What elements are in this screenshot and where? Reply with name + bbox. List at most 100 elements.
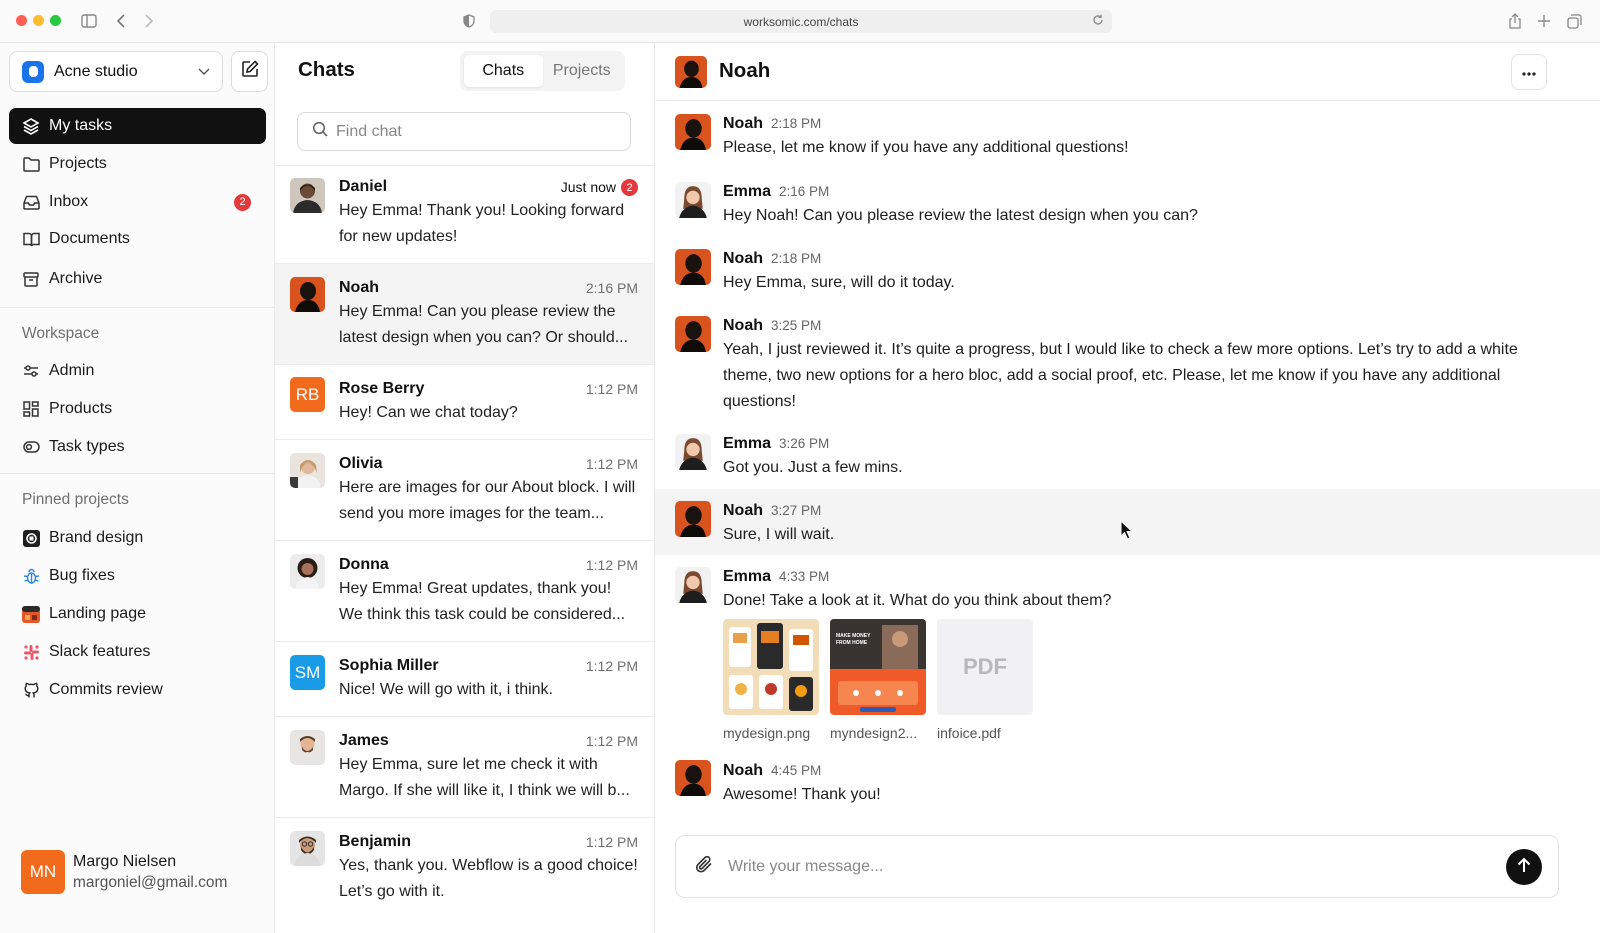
attachment-name[interactable]: mydesign.png bbox=[723, 725, 823, 741]
chat-item-rose-berry[interactable]: RB Rose Berry 1:12 PM Hey! Can we chat t… bbox=[275, 364, 654, 439]
message-time: 2:18 PM bbox=[771, 116, 822, 131]
message-time: 2:16 PM bbox=[779, 184, 830, 199]
nav-label: Brand design bbox=[49, 529, 144, 546]
nav-admin[interactable]: Admin bbox=[9, 353, 266, 389]
chat-item-olivia[interactable]: Olivia 1:12 PM Here are images for our A… bbox=[275, 439, 654, 540]
landing-page-icon bbox=[22, 605, 40, 623]
pinned-slack-features[interactable]: Slack features bbox=[9, 634, 266, 670]
chat-name: Donna bbox=[339, 556, 389, 573]
chat-preview: Hey Emma! Great updates, thank you! We t… bbox=[339, 580, 626, 623]
maximize-window-button[interactable] bbox=[50, 15, 61, 26]
attachment-thumbnail[interactable] bbox=[723, 619, 819, 715]
chat-preview: Yes, thank you. Webflow is a good choice… bbox=[339, 857, 638, 900]
attachment-thumbnail[interactable]: MAKE MONEY FROM HOME bbox=[830, 619, 926, 715]
nav-archive[interactable]: Archive bbox=[9, 261, 266, 297]
message-text: Got you. Just a few mins. bbox=[723, 459, 903, 476]
chat-preview: Hey! Can we chat today? bbox=[339, 404, 518, 421]
nav-inbox[interactable]: Inbox 2 bbox=[9, 184, 266, 220]
message-time: 3:26 PM bbox=[779, 436, 830, 451]
pinned-landing-page[interactable]: Landing page bbox=[9, 596, 266, 632]
avatar bbox=[290, 554, 325, 589]
message-author: Noah bbox=[723, 250, 763, 267]
avatar bbox=[290, 277, 325, 312]
slack-icon bbox=[22, 643, 40, 661]
workspace-selector[interactable]: Acne studio bbox=[9, 51, 223, 92]
chat-item-benjamin[interactable]: Benjamin 1:12 PM Yes, thank you. Webflow… bbox=[275, 817, 654, 933]
back-icon[interactable] bbox=[112, 12, 130, 30]
avatar bbox=[290, 453, 325, 488]
message-author: Emma bbox=[723, 183, 772, 200]
workspace-name: Acne studio bbox=[54, 62, 138, 80]
message-text: Please, let me know if you have any addi… bbox=[723, 139, 1129, 156]
paperclip-icon[interactable] bbox=[694, 854, 714, 879]
chat-item-sophia-miller[interactable]: SM Sophia Miller 1:12 PM Nice! We will g… bbox=[275, 641, 654, 716]
nav-projects[interactable]: Projects bbox=[9, 146, 266, 182]
search-input[interactable] bbox=[336, 122, 616, 141]
tabs-overview-icon[interactable] bbox=[1565, 12, 1583, 30]
chat-name: Sophia Miller bbox=[339, 657, 439, 674]
arrow-up-icon bbox=[1517, 857, 1531, 878]
nav-label: Task types bbox=[49, 438, 125, 455]
chat-item-james[interactable]: James 1:12 PM Hey Emma, sure let me chec… bbox=[275, 716, 654, 817]
chat-search-box[interactable] bbox=[297, 112, 631, 151]
share-icon[interactable] bbox=[1506, 12, 1524, 30]
browser-toolbar: worksomic.com/chats bbox=[0, 0, 1600, 43]
chat-time: 1:12 PM bbox=[585, 456, 638, 472]
forward-icon[interactable] bbox=[140, 12, 158, 30]
new-tab-icon[interactable] bbox=[1535, 12, 1553, 30]
chat-name: Olivia bbox=[339, 455, 383, 472]
chat-item-noah[interactable]: Noah 2:16 PM Hey Emma! Can you please re… bbox=[275, 263, 654, 364]
conversation-panel: Noah Noah 2:18 PM Please, let me know if … bbox=[655, 43, 1600, 933]
chat-time: 1:12 PM bbox=[585, 381, 638, 397]
more-options-button[interactable] bbox=[1511, 54, 1547, 90]
attachment-pdf-thumbnail[interactable]: PDF bbox=[937, 619, 1033, 715]
chat-list-panel: Chats Chats Projects Daniel Just now 2 H… bbox=[275, 43, 655, 933]
nav-documents[interactable]: Documents bbox=[9, 221, 266, 257]
chat-time: 1:12 PM bbox=[585, 733, 638, 749]
chat-time: 1:12 PM bbox=[585, 658, 638, 674]
more-horizontal-icon bbox=[1522, 63, 1536, 81]
sliders-icon bbox=[22, 362, 40, 380]
address-bar[interactable]: worksomic.com/chats bbox=[490, 10, 1112, 33]
compose-icon bbox=[241, 60, 259, 83]
message-author: Noah bbox=[723, 502, 763, 519]
message-composer bbox=[675, 835, 1559, 898]
message-author: Noah bbox=[723, 317, 763, 334]
message-author: Emma bbox=[723, 435, 772, 452]
attachment-name[interactable]: infoice.pdf bbox=[937, 725, 1037, 741]
attachment-name[interactable]: myndesign2... bbox=[830, 725, 930, 741]
tab-projects[interactable]: Projects bbox=[543, 55, 622, 87]
message-time: 4:33 PM bbox=[779, 569, 830, 584]
chat-item-daniel[interactable]: Daniel Just now 2 Hey Emma! Thank you! L… bbox=[275, 165, 654, 263]
chat-time: 1:12 PM bbox=[585, 834, 638, 850]
pinned-bug-fixes[interactable]: Bug fixes bbox=[9, 558, 266, 594]
minimize-window-button[interactable] bbox=[33, 15, 44, 26]
pinned-brand-design[interactable]: Brand design bbox=[9, 520, 266, 556]
nav-task-types[interactable]: Task types bbox=[9, 429, 266, 465]
current-user-card[interactable]: MN Margo Nielsen margoniel@gmail.com bbox=[21, 850, 227, 894]
shield-icon[interactable] bbox=[460, 12, 478, 30]
message-input[interactable] bbox=[728, 857, 1488, 876]
message-author: Emma bbox=[723, 568, 772, 585]
chat-time: Just now bbox=[560, 179, 616, 195]
reload-icon[interactable] bbox=[1092, 14, 1104, 29]
sidebar-toggle-icon[interactable] bbox=[80, 12, 98, 30]
message-text: Awesome! Thank you! bbox=[723, 786, 881, 803]
message: Emma 2:16 PM Hey Noah! Can you please rev… bbox=[655, 169, 1600, 237]
message: Noah 4:45 PM Awesome! Thank you! bbox=[655, 755, 1600, 821]
new-chat-button[interactable] bbox=[231, 51, 268, 92]
chat-name: Daniel bbox=[339, 178, 388, 195]
message-time: 3:27 PM bbox=[771, 503, 822, 518]
message: Emma 3:26 PM Got you. Just a few mins. bbox=[655, 422, 1600, 489]
chat-item-donna[interactable]: Donna 1:12 PM Hey Emma! Great updates, t… bbox=[275, 540, 654, 641]
nav-my-tasks[interactable]: My tasks bbox=[9, 108, 266, 144]
nav-products[interactable]: Products bbox=[9, 391, 266, 427]
message: Noah 2:18 PM Please, let me know if you h… bbox=[655, 101, 1600, 169]
close-window-button[interactable] bbox=[16, 15, 27, 26]
chat-list-title: Chats bbox=[298, 58, 355, 81]
pinned-commits-review[interactable]: Commits review bbox=[9, 672, 266, 708]
url-text: worksomic.com/chats bbox=[743, 14, 859, 29]
chat-name: Benjamin bbox=[339, 833, 412, 850]
tab-chats[interactable]: Chats bbox=[464, 55, 543, 87]
send-button[interactable] bbox=[1506, 849, 1542, 885]
